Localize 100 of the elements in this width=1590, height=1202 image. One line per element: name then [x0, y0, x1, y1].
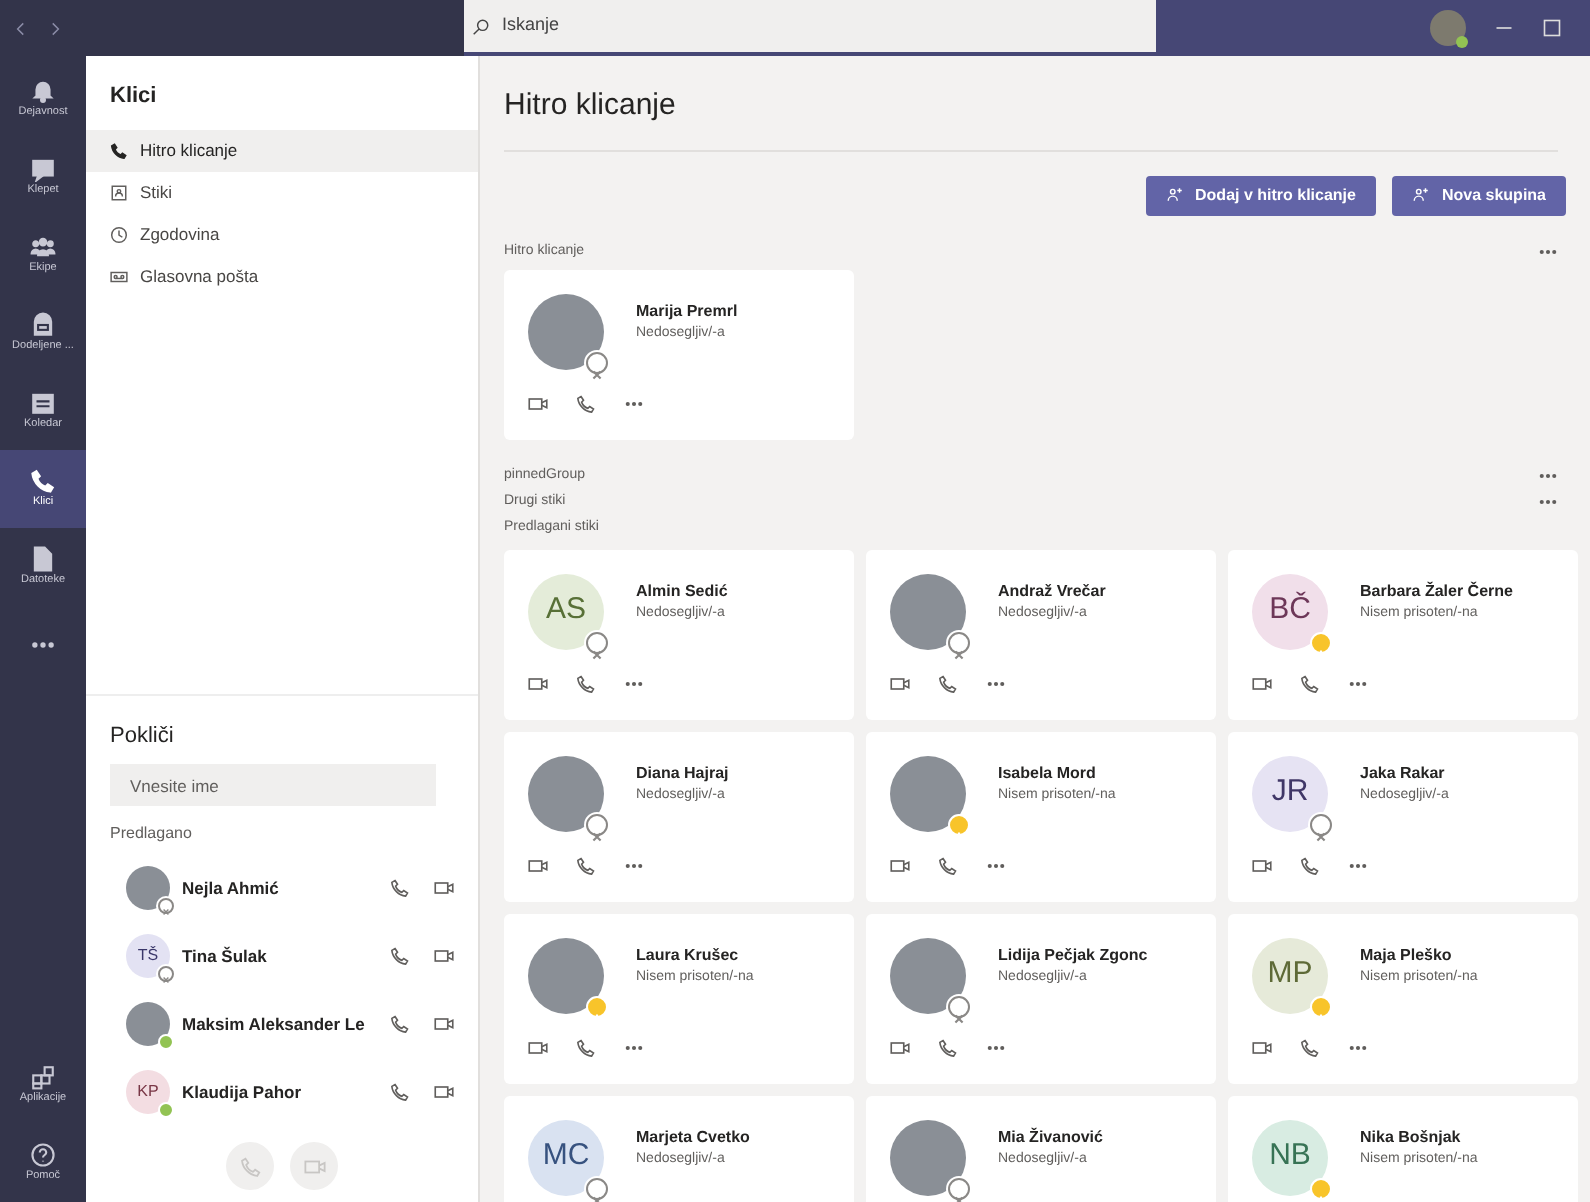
phone-icon	[390, 946, 410, 966]
section-title: Pokliči	[110, 721, 176, 751]
call-button[interactable]	[1300, 673, 1320, 693]
video-camera-icon	[434, 1082, 454, 1102]
contact-name: Diana Hajraj	[636, 761, 729, 785]
video-call-button[interactable]	[528, 673, 548, 693]
phone-icon	[390, 1014, 410, 1034]
phone-icon	[938, 673, 958, 693]
video-call-button[interactable]	[890, 673, 910, 693]
action-button[interactable]: Dodaj v hitro klicanje	[1145, 175, 1376, 215]
nav-item[interactable]: Hitro klicanje	[86, 129, 478, 171]
video-camera-icon	[1252, 855, 1272, 875]
backpack-icon	[30, 311, 56, 338]
call-button[interactable]	[390, 1014, 410, 1034]
video-call-button[interactable]	[1252, 1037, 1272, 1057]
video-call-button[interactable]	[890, 1037, 910, 1057]
nav-item[interactable]: Stiki	[86, 171, 478, 213]
video-camera-icon	[528, 673, 548, 693]
video-camera-icon	[303, 1155, 325, 1177]
video-call-button[interactable]	[528, 393, 548, 413]
video-camera-icon	[1252, 1037, 1272, 1057]
call-button[interactable]	[938, 855, 958, 875]
phone-icon	[1300, 855, 1320, 875]
contact-name: Maja Pleško	[1360, 943, 1454, 967]
maximize-button[interactable]	[1542, 18, 1562, 38]
phone-icon	[576, 673, 596, 693]
avatar-initials: KP	[126, 1070, 170, 1114]
search-field[interactable]: Iskanje	[464, 0, 1156, 52]
contact-card-icon	[110, 183, 128, 201]
people-icon	[30, 233, 56, 260]
nav-item[interactable]: Zgodovina	[86, 213, 478, 255]
pane-title: Klici	[108, 82, 159, 112]
phone-icon	[1300, 1037, 1320, 1057]
video-camera-icon	[434, 878, 454, 898]
phone-icon	[576, 1037, 596, 1057]
calendar-icon	[30, 389, 56, 416]
contact-name: Jaka Rakar	[1360, 761, 1447, 785]
call-button[interactable]	[576, 393, 596, 413]
call-button[interactable]	[390, 1082, 410, 1102]
video-camera-icon	[528, 393, 548, 413]
add-people-icon	[1165, 186, 1184, 204]
maximize-icon	[1542, 18, 1562, 38]
section-label: Predlagano	[110, 822, 194, 846]
nav-item[interactable]: Glasovna pošta	[86, 255, 478, 297]
video-call-button[interactable]	[434, 946, 454, 966]
phone-icon	[390, 1082, 410, 1102]
video-call-button[interactable]	[434, 1082, 454, 1102]
call-button[interactable]	[938, 673, 958, 693]
contact-name: Lidija Pečjak Zgonc	[998, 943, 1148, 967]
search-icon	[472, 17, 490, 35]
call-button[interactable]	[1300, 1037, 1320, 1057]
clock-icon	[110, 225, 128, 243]
call-button[interactable]	[1300, 855, 1320, 875]
video-camera-icon	[434, 946, 454, 966]
contact-name: Mia Živanović	[998, 1125, 1103, 1149]
video-camera-icon	[434, 1014, 454, 1034]
call-button[interactable]	[576, 673, 596, 693]
video-call-button[interactable]	[528, 855, 548, 875]
phone-icon	[576, 393, 596, 413]
apps-icon	[30, 1063, 56, 1090]
contact-name: Marjeta Cvetko	[636, 1125, 750, 1149]
chat-icon	[30, 155, 56, 182]
video-call-button[interactable]	[434, 1014, 454, 1034]
phone-icon	[1300, 673, 1320, 693]
bell-icon	[30, 77, 56, 104]
call-button[interactable]	[390, 946, 410, 966]
user-avatar[interactable]	[1430, 10, 1466, 46]
page-title: Hitro klicanje	[504, 56, 1558, 151]
action-button[interactable]: Nova skupina	[1391, 175, 1566, 215]
phone-icon	[938, 855, 958, 875]
video-camera-icon	[1252, 673, 1272, 693]
video-camera-icon	[890, 855, 910, 875]
video-camera-icon	[528, 1037, 548, 1057]
name-input-field[interactable]: Vnesite ime	[110, 764, 436, 806]
voicemail-icon	[110, 267, 128, 285]
add-people-icon	[1411, 186, 1430, 204]
help-icon	[30, 1141, 56, 1168]
phone-icon	[239, 1155, 261, 1177]
video-call-button[interactable]	[890, 855, 910, 875]
phone-icon	[576, 855, 596, 875]
call-button[interactable]	[938, 1037, 958, 1057]
contact-name: Tina Šulak	[182, 943, 269, 969]
avatar-initials: TŠ	[126, 934, 170, 978]
video-camera-icon	[890, 673, 910, 693]
call-button[interactable]	[576, 1037, 596, 1057]
phone-icon	[30, 467, 56, 494]
video-call-button[interactable]	[434, 878, 454, 898]
call-button[interactable]	[576, 855, 596, 875]
contact-name: Klaudija Pahor	[182, 1079, 304, 1105]
video-call-button[interactable]	[1252, 673, 1272, 693]
contact-name: Laura Krušec	[636, 943, 741, 967]
video-call-button[interactable]	[1252, 855, 1272, 875]
contact-name: Maksim Aleksander Le	[182, 1011, 367, 1037]
contact-name: Marija Premrl	[636, 299, 738, 323]
video-camera-icon	[528, 855, 548, 875]
call-button[interactable]	[390, 878, 410, 898]
file-icon	[30, 545, 56, 572]
video-call-button[interactable]	[528, 1037, 548, 1057]
contact-name: Barbara Žaler Černe	[1360, 579, 1513, 603]
phone-icon	[938, 1037, 958, 1057]
